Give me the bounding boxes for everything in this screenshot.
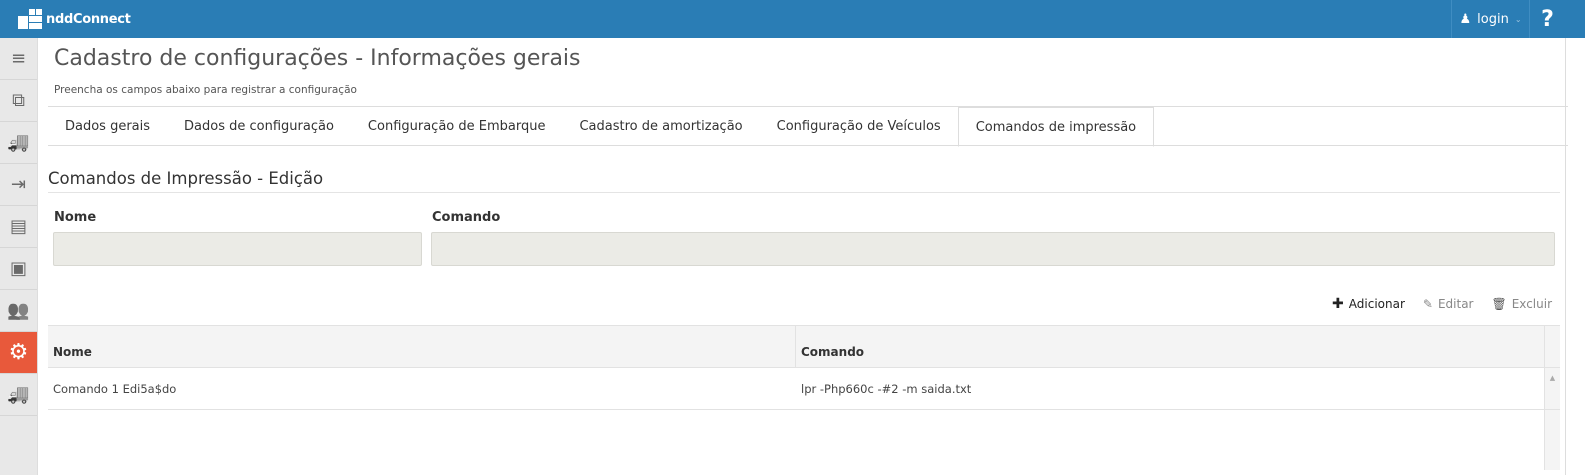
- gears-icon: ⚙: [8, 340, 29, 365]
- logo[interactable]: nddConnect: [18, 9, 131, 29]
- table-row[interactable]: Comando 1 Edi5a$do lpr -Php660c -#2 -m s…: [48, 368, 1560, 410]
- nome-input[interactable]: [53, 232, 422, 266]
- sidebar-item-copy[interactable]: ⧉: [0, 80, 37, 122]
- page-title: Cadastro de configurações - Informações …: [54, 46, 581, 71]
- sidebar-item-money[interactable]: ▣: [0, 248, 37, 290]
- nome-label: Nome: [54, 210, 97, 225]
- comando-input[interactable]: [431, 232, 1555, 266]
- document-icon: ▤: [9, 216, 27, 237]
- trash-icon: 🗑: [1491, 297, 1507, 311]
- page-subtitle: Preencha os campos abaixo para registrar…: [54, 84, 357, 96]
- help-button[interactable]: ?: [1529, 0, 1565, 38]
- cell-nome: Comando 1 Edi5a$do: [53, 381, 177, 396]
- tab-dados-configuracao[interactable]: Dados de configuração: [167, 107, 351, 145]
- sidebar-item-document[interactable]: ▤: [0, 206, 37, 248]
- truck-icon: 🚚: [7, 384, 30, 405]
- comando-label: Comando: [432, 210, 501, 225]
- sidebar-item-users[interactable]: 👥: [0, 290, 37, 332]
- top-bar: nddConnect ♟ login ⌄ ?: [0, 0, 1585, 38]
- table-header: Nome Comando: [48, 325, 1560, 368]
- export-icon: ⇥: [10, 174, 27, 195]
- money-icon: ▣: [9, 258, 27, 279]
- help-icon: ?: [1541, 6, 1554, 32]
- page-scrollbar[interactable]: [1565, 38, 1585, 475]
- truck-icon: 🚚: [7, 132, 30, 153]
- section-title: Comandos de Impressão - Edição: [48, 169, 324, 188]
- tab-dados-gerais[interactable]: Dados gerais: [48, 107, 167, 145]
- delete-label: Excluir: [1511, 297, 1552, 311]
- user-icon: ♟: [1459, 11, 1472, 27]
- chevron-down-icon: ⌄: [1514, 14, 1522, 24]
- sidebar-item-vehicles[interactable]: 🚚: [0, 374, 37, 416]
- tab-configuracao-embarque[interactable]: Configuração de Embarque: [351, 107, 563, 145]
- logo-icon: [18, 9, 42, 29]
- add-button[interactable]: ✚ Adicionar: [1332, 296, 1405, 312]
- login-menu[interactable]: ♟ login ⌄: [1451, 0, 1529, 38]
- add-label: Adicionar: [1348, 297, 1405, 311]
- delete-button[interactable]: 🗑 Excluir: [1491, 296, 1552, 312]
- cell-comando: lpr -Php660c -#2 -m saida.txt: [801, 381, 972, 396]
- table-scrollbar-track[interactable]: [1544, 410, 1560, 470]
- sidebar-item-export[interactable]: ⇥: [0, 164, 37, 206]
- sidebar-item-truck[interactable]: 🚚: [0, 122, 37, 164]
- header-scroll-spacer: [1544, 326, 1560, 367]
- edit-button[interactable]: ✎ Editar: [1423, 296, 1474, 312]
- tab-comandos-impressao[interactable]: Comandos de impressão: [957, 107, 1155, 147]
- table-scrollbar[interactable]: ▲: [1544, 368, 1560, 409]
- section-divider: [48, 192, 1560, 193]
- column-header-nome[interactable]: Nome: [48, 326, 796, 367]
- edit-label: Editar: [1437, 297, 1474, 311]
- copy-icon: ⧉: [12, 90, 25, 111]
- users-icon: 👥: [7, 300, 30, 321]
- sidebar-item-menu[interactable]: ≡: [0, 38, 37, 80]
- tab-cadastro-amortizacao[interactable]: Cadastro de amortização: [562, 107, 759, 145]
- brand-name: nddConnect: [46, 11, 131, 27]
- sidebar-item-settings[interactable]: ⚙: [0, 332, 37, 374]
- commands-table: Nome Comando Comando 1 Edi5a$do lpr -Php…: [48, 325, 1560, 470]
- plus-icon: ✚: [1332, 296, 1344, 312]
- table-toolbar: ✚ Adicionar ✎ Editar 🗑 Excluir: [1332, 296, 1552, 312]
- edit-icon: ✎: [1422, 297, 1433, 311]
- menu-icon: ≡: [10, 48, 27, 69]
- tab-configuracao-veiculos[interactable]: Configuração de Veículos: [760, 107, 958, 145]
- sidebar: ≡ ⧉ 🚚 ⇥ ▤ ▣ 👥 ⚙ 🚚: [0, 38, 38, 475]
- login-label: login: [1477, 11, 1509, 27]
- tab-bar: Dados gerais Dados de configuração Confi…: [48, 107, 1568, 147]
- column-header-comando[interactable]: Comando: [796, 326, 1544, 367]
